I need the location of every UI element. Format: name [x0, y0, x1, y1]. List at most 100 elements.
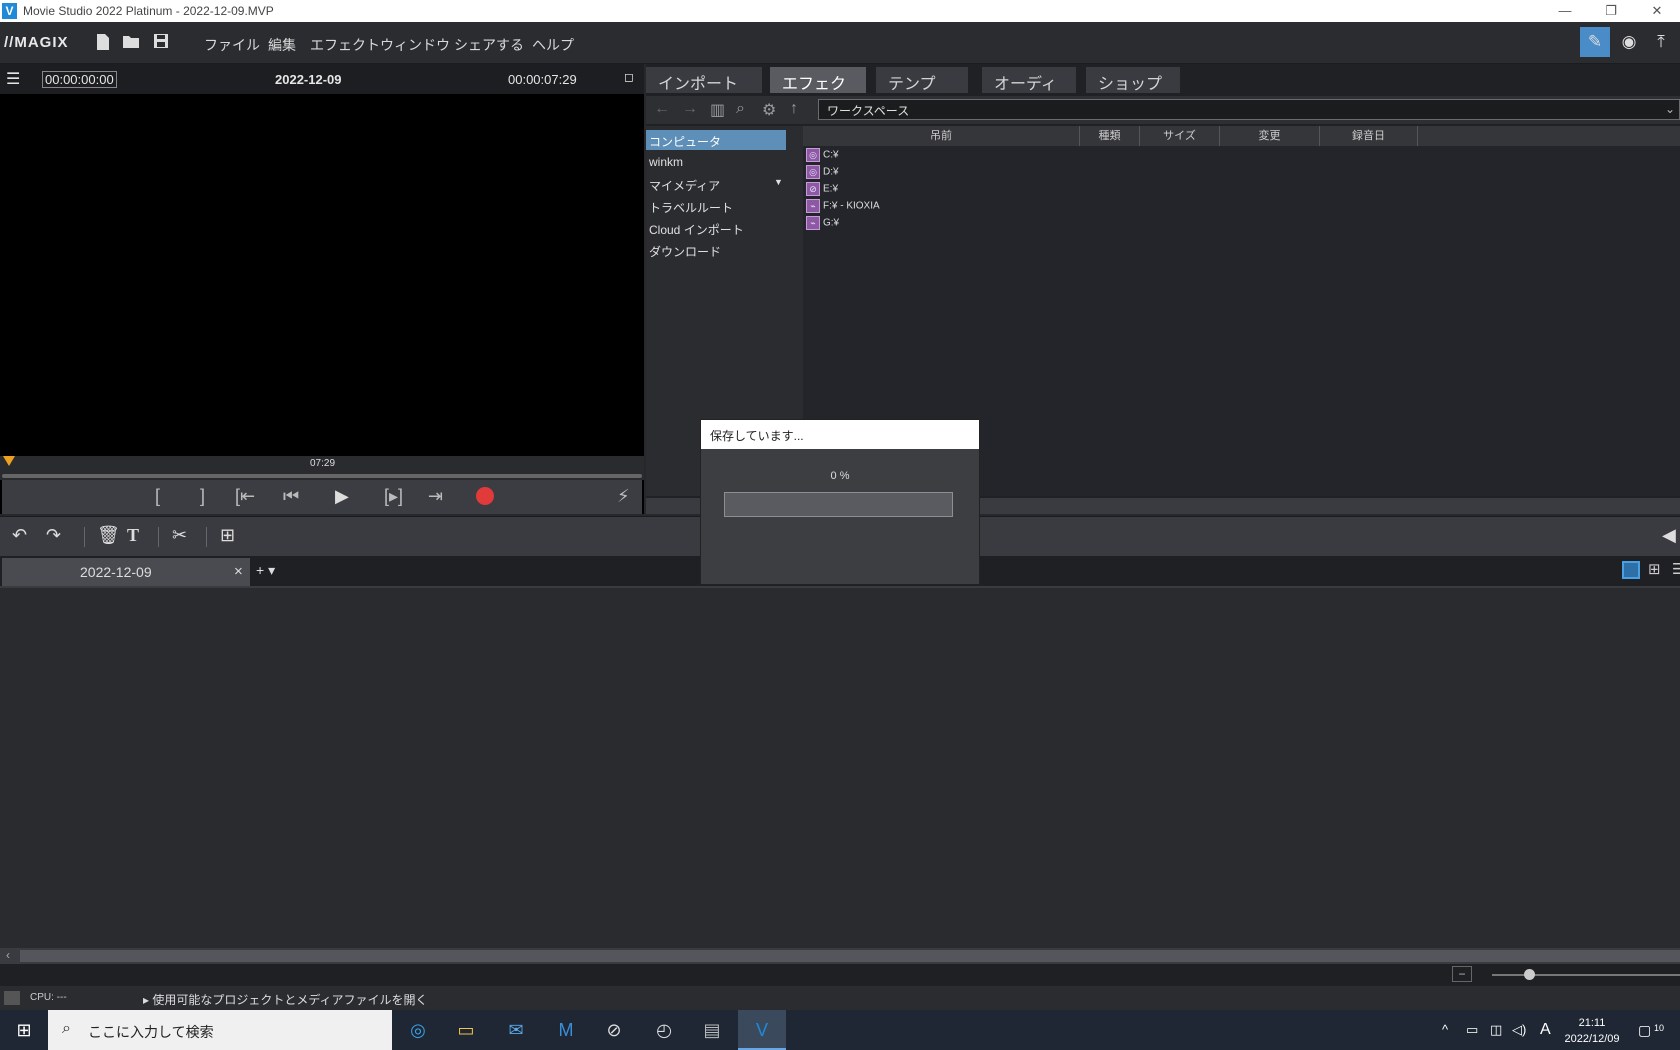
storyboard-view-icon[interactable]: [1622, 561, 1640, 579]
menu-edit[interactable]: 編集: [268, 35, 296, 55]
scrub-track[interactable]: [2, 474, 642, 478]
view-options-icon[interactable]: ▥: [710, 100, 725, 120]
timecode-position[interactable]: 00:00:00:00: [42, 71, 117, 88]
clock-tray[interactable]: 21:11 2022/12/09: [1562, 1010, 1622, 1050]
tree-item-my-media[interactable]: マイメディア ▼: [646, 174, 786, 194]
list-view-icon[interactable]: ☰: [1672, 560, 1680, 578]
zoom-slider-handle[interactable]: [1524, 969, 1535, 980]
volume-icon[interactable]: ◀: [1662, 525, 1676, 546]
tree-item-cloud-import[interactable]: Cloud インポート: [646, 218, 786, 238]
zoom-out-button[interactable]: −: [1452, 966, 1472, 982]
file-explorer-icon[interactable]: ▭: [442, 1010, 490, 1050]
edit-mode-icon[interactable]: ✎: [1580, 27, 1610, 57]
movie-studio-taskbar-icon[interactable]: V: [738, 1010, 786, 1050]
open-media-hint[interactable]: ▸ 使用可能なプロジェクトとメディアファイルを開く: [143, 991, 428, 1008]
network-icon[interactable]: ▭: [1466, 1010, 1478, 1050]
speaker-icon[interactable]: ◁): [1512, 1010, 1526, 1050]
insert-icon[interactable]: ⊞: [220, 525, 235, 546]
undo-icon[interactable]: ↶: [12, 525, 27, 546]
go-to-out-button[interactable]: [▸]: [384, 486, 403, 507]
menu-window[interactable]: ウィンドウ: [380, 35, 450, 55]
title-text-icon[interactable]: T: [127, 525, 139, 546]
tree-item-downloads[interactable]: ダウンロード: [646, 240, 786, 260]
save-icon[interactable]: [152, 33, 170, 53]
device-icon[interactable]: ◫: [1490, 1010, 1502, 1050]
previous-button[interactable]: ⏮: [283, 486, 299, 507]
image-viewer-icon[interactable]: ▤: [688, 1010, 736, 1050]
ime-indicator[interactable]: A: [1540, 1010, 1551, 1050]
add-tab-button[interactable]: + ▾: [256, 562, 275, 579]
edge-browser-icon[interactable]: ◎: [394, 1010, 442, 1050]
preview-scrubber[interactable]: 07:29: [0, 456, 644, 480]
redo-icon[interactable]: ↷: [46, 525, 61, 546]
mail-icon[interactable]: ✉: [492, 1010, 540, 1050]
search-icon[interactable]: ⌕: [736, 100, 745, 118]
mark-in-button[interactable]: [: [155, 486, 160, 507]
expand-arrow-icon[interactable]: ▼: [774, 177, 783, 187]
drive-item[interactable]: ⌁ G:¥: [806, 216, 839, 232]
record-button[interactable]: [476, 487, 494, 505]
lightning-icon[interactable]: ⚡: [617, 486, 630, 507]
back-arrow-icon[interactable]: ←: [654, 100, 670, 118]
scroll-left-icon[interactable]: ‹: [6, 948, 10, 962]
delete-icon[interactable]: 🗑: [97, 525, 120, 546]
tree-item-travel-route[interactable]: トラベルルート: [646, 196, 786, 216]
column-recorded[interactable]: 録音日: [1320, 126, 1418, 146]
compass-app-icon[interactable]: ⊘: [590, 1010, 638, 1050]
open-folder-icon[interactable]: [122, 33, 140, 53]
disc-icon[interactable]: ◉: [1614, 27, 1644, 57]
restore-button[interactable]: ❐: [1588, 0, 1634, 22]
tab-templates[interactable]: テンプレ...: [876, 67, 968, 117]
column-size[interactable]: サイズ: [1140, 126, 1220, 146]
timeline-area[interactable]: [0, 586, 1680, 948]
column-type[interactable]: 種類: [1080, 126, 1140, 146]
menu-share[interactable]: シェアする: [454, 35, 524, 55]
tree-item-computer[interactable]: コンピュータ: [646, 130, 786, 150]
minimize-button[interactable]: —: [1542, 0, 1588, 22]
tab-shop[interactable]: ショップ: [1086, 67, 1180, 93]
tray-chevron-icon[interactable]: ^: [1442, 1010, 1448, 1050]
taskbar-search[interactable]: ⌕ ここに入力して検索: [48, 1010, 392, 1050]
tab-audio[interactable]: オーディオ: [982, 67, 1076, 117]
movie-maker-app-icon[interactable]: M: [542, 1010, 590, 1050]
cut-scissors-icon[interactable]: ✂: [172, 525, 187, 546]
horizontal-scrollbar[interactable]: ‹: [0, 948, 1680, 964]
forward-arrow-icon[interactable]: →: [682, 100, 698, 118]
column-name[interactable]: 吊前: [803, 126, 1080, 146]
drive-item[interactable]: ⌁ F:¥ - KIOXIA: [806, 199, 880, 215]
gear-icon[interactable]: ⚙: [762, 100, 776, 120]
menu-help[interactable]: ヘルプ: [532, 35, 574, 55]
layout-grid-icon[interactable]: [4, 991, 20, 1005]
tab-effects[interactable]: エフェクト: [770, 67, 866, 117]
zoom-slider[interactable]: [1492, 974, 1680, 976]
next-button[interactable]: ⇥: [428, 486, 443, 507]
new-file-icon[interactable]: [94, 33, 112, 53]
scroll-thumb[interactable]: [20, 950, 1680, 962]
grid-view-icon[interactable]: ⊞: [1648, 560, 1661, 578]
notification-icon[interactable]: ▢: [1638, 1010, 1651, 1050]
tab-import[interactable]: インポート: [646, 67, 762, 93]
close-button[interactable]: ✕: [1634, 0, 1680, 22]
toolbar-divider: [84, 527, 85, 547]
toolbar-divider: [206, 527, 207, 547]
upload-icon[interactable]: ⤒: [1646, 27, 1676, 57]
column-modified[interactable]: 変更: [1220, 126, 1320, 146]
clock-app-icon[interactable]: ◴: [640, 1010, 688, 1050]
drive-item[interactable]: ⊘ E:¥: [806, 182, 838, 198]
playhead-marker-icon[interactable]: [3, 456, 15, 466]
tab-close-icon[interactable]: ×: [234, 563, 243, 580]
tree-item-winkm[interactable]: winkm: [646, 152, 786, 172]
up-arrow-icon[interactable]: ↑: [790, 100, 798, 118]
drive-item[interactable]: ◎ D:¥: [806, 165, 839, 181]
drive-item[interactable]: ◎ C:¥: [806, 148, 839, 164]
hamburger-menu-icon[interactable]: ☰: [6, 69, 20, 89]
go-to-in-button[interactable]: [⇤: [235, 486, 255, 507]
path-dropdown[interactable]: ワークスペース ⌄: [818, 99, 1680, 120]
project-tab[interactable]: 2022-12-09 ×: [2, 558, 250, 586]
windows-start-icon[interactable]: ⊞: [0, 1010, 48, 1050]
mark-out-button[interactable]: ]: [200, 486, 205, 507]
menu-file[interactable]: ファイル: [204, 35, 260, 55]
menu-effects[interactable]: エフェクト: [310, 35, 380, 55]
play-button[interactable]: ▶: [335, 486, 349, 507]
maximize-preview-icon[interactable]: ◻: [624, 70, 634, 84]
